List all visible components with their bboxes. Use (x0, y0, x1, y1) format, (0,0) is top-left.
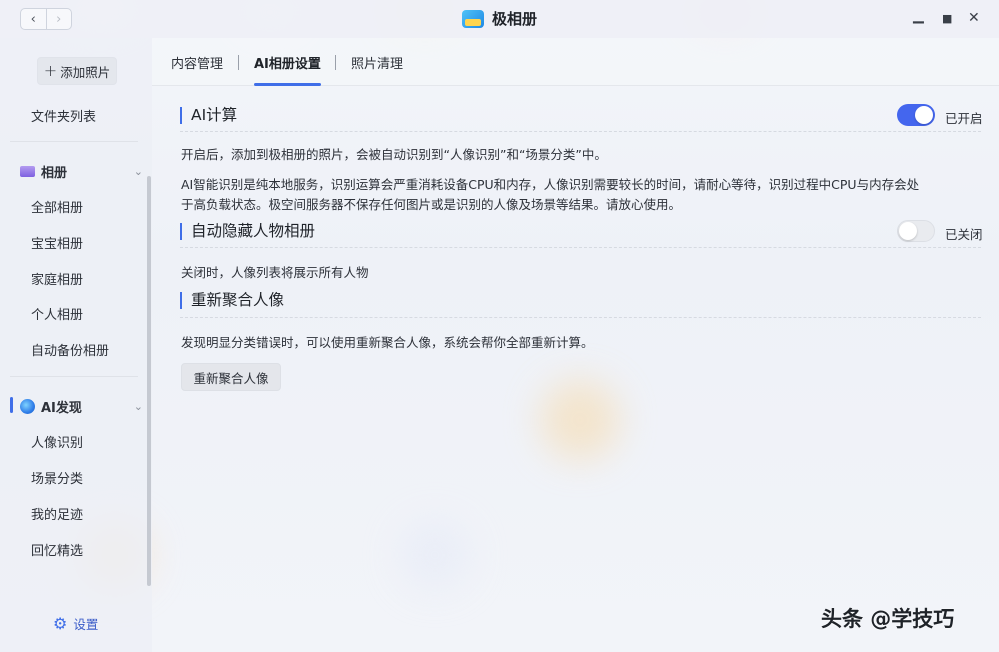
plus-icon: + (43, 60, 58, 80)
sidebar-group-albums-label: 相册 (41, 166, 68, 181)
sidebar-item-all-albums[interactable]: 全部相册 (31, 197, 83, 216)
regroup-faces-button[interactable]: 重新聚合人像 (181, 363, 281, 391)
watermark: 头条 @学技巧 (821, 607, 955, 631)
sidebar: + 添加照片 文件夹列表 相册 ⌄ 全部相册 宝宝相册 家庭相册 个人相册 自动… (0, 38, 152, 652)
album-icon (20, 166, 35, 177)
sidebar-group-albums[interactable]: 相册 ⌄ (20, 162, 145, 181)
sidebar-item-personal-album[interactable]: 个人相册 (31, 304, 83, 323)
title-bar: ‹ › 极相册 ▁ ■ ✕ (0, 0, 999, 38)
sidebar-item-face-recognition[interactable]: 人像识别 (31, 432, 83, 451)
ai-compute-note-line2: 于高负载状态。极空间服务器不保存任何图片或是识别的人像及场景等结果。请放心使用。 (181, 197, 682, 212)
ai-compute-note-line1: AI智能识别是纯本地服务，识别运算会严重消耗设备CPU和内存，人像识别需要较长的… (181, 177, 920, 192)
add-photo-button[interactable]: + 添加照片 (37, 57, 117, 85)
sidebar-divider (10, 376, 138, 377)
app-title: 极相册 (0, 8, 999, 29)
active-indicator (10, 397, 13, 413)
close-button[interactable]: ✕ (968, 10, 980, 26)
tab-photo-cleanup[interactable]: 照片清理 (351, 53, 403, 72)
add-photo-label: 添加照片 (60, 64, 111, 80)
sidebar-item-family-album[interactable]: 家庭相册 (31, 269, 83, 288)
ai-compute-description: 开启后，添加到极相册的照片，会被自动识别到“人像识别”和“场景分类”中。 (181, 147, 607, 162)
chevron-down-icon: ⌄ (133, 400, 143, 413)
auto-hide-toggle[interactable] (897, 220, 935, 242)
section-divider (180, 131, 981, 132)
section-divider (180, 317, 981, 318)
sidebar-item-scene-classification[interactable]: 场景分类 (31, 468, 83, 487)
tab-ai-album-settings[interactable]: AI相册设置 (254, 53, 321, 86)
settings-label: 设置 (73, 617, 99, 632)
section-title-auto-hide: 自动隐藏人物相册 (180, 223, 315, 240)
section-divider (180, 247, 981, 248)
tab-separator (335, 55, 336, 70)
section-title-regroup: 重新聚合人像 (180, 292, 284, 309)
sidebar-group-ai-label: AI发现 (41, 401, 82, 416)
sidebar-item-auto-backup-album[interactable]: 自动备份相册 (31, 340, 109, 359)
app-window: ‹ › 极相册 ▁ ■ ✕ + 添加照片 文件夹列表 相册 ⌄ 全部相册 宝宝相… (0, 0, 999, 652)
ai-compute-toggle[interactable] (897, 104, 935, 126)
tab-separator (238, 55, 239, 70)
sidebar-item-folder-list[interactable]: 文件夹列表 (31, 106, 96, 125)
auto-hide-description: 关闭时，人像列表将展示所有人物 (181, 265, 369, 280)
app-title-text: 极相册 (491, 10, 537, 28)
ai-compute-toggle-label: 已开启 (945, 111, 983, 126)
main-panel: 内容管理 AI相册设置 照片清理 AI计算 已开启 开启后，添加到极相册的照片，… (152, 38, 999, 652)
toggle-knob (899, 222, 917, 240)
sidebar-group-ai-discover[interactable]: AI发现 ⌄ (20, 397, 145, 416)
tab-bar: 内容管理 AI相册设置 照片清理 (152, 38, 999, 86)
sidebar-scrollbar[interactable] (147, 176, 151, 586)
chevron-down-icon: ⌄ (133, 165, 143, 178)
tab-content-management[interactable]: 内容管理 (171, 53, 223, 72)
sidebar-divider (10, 141, 138, 142)
gear-icon: ⚙ (53, 614, 68, 633)
sidebar-item-baby-album[interactable]: 宝宝相册 (31, 233, 83, 252)
settings-button[interactable]: ⚙ 设置 (53, 614, 98, 633)
ai-discover-icon (20, 399, 35, 414)
toggle-knob (915, 106, 933, 124)
regroup-description: 发现明显分类错误时，可以使用重新聚合人像，系统会帮你全部重新计算。 (181, 335, 594, 350)
app-logo-icon (461, 9, 484, 28)
maximize-button[interactable]: ■ (942, 12, 952, 25)
sidebar-item-my-footprints[interactable]: 我的足迹 (31, 504, 83, 523)
section-title-ai-compute: AI计算 (180, 107, 237, 124)
sidebar-item-memories[interactable]: 回忆精选 (31, 540, 83, 559)
minimize-button[interactable]: ▁ (913, 8, 924, 24)
auto-hide-toggle-label: 已关闭 (945, 227, 983, 242)
